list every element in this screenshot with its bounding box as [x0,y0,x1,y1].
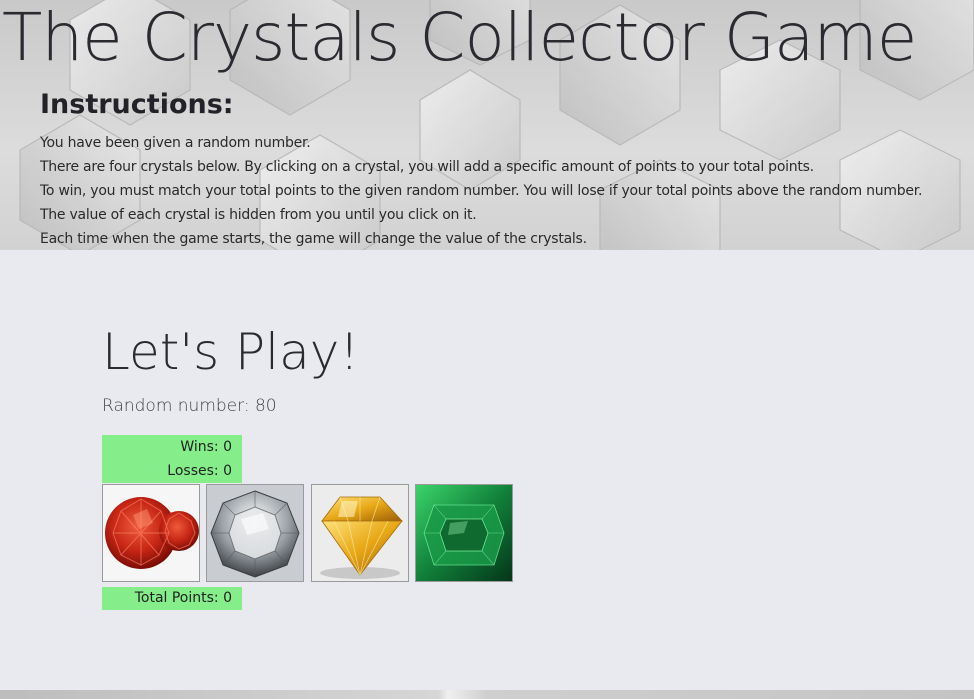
red-crystal-button[interactable] [102,484,200,582]
crystal-row [102,484,522,584]
instruction-item: There are four crystals below. By clicki… [40,159,814,175]
play-heading: Let's Play! [102,323,360,381]
green-crystal-icon [416,485,512,581]
instructions-heading: Instructions: [40,89,234,120]
total-points-counter: Total Points: 0 [134,590,232,606]
random-number-display: Random number: 80 [102,396,277,416]
instruction-item: Each time when the game starts, the game… [40,231,587,247]
yellow-crystal-icon [312,485,408,581]
instruction-item: You have been given a random number. [40,135,311,151]
scoreboard: Wins: 0 Losses: 0 [102,435,242,483]
header-banner: The Crystals Collector Game Instructions… [0,0,974,250]
green-crystal-button[interactable] [415,484,513,582]
red-crystal-icon [103,485,199,581]
losses-counter: Losses: 0 [167,463,232,479]
footer-background-strip [0,690,974,699]
page-title: The Crystals Collector Game [2,0,917,76]
instruction-item: The value of each crystal is hidden from… [40,207,477,223]
instructions-list: You have been given a random number. The… [40,131,922,250]
clear-crystal-icon [207,485,303,581]
instruction-item: To win, you must match your total points… [40,183,923,199]
yellow-crystal-button[interactable] [311,484,409,582]
total-points-box: Total Points: 0 [102,587,242,610]
wins-counter: Wins: 0 [180,439,232,455]
clear-crystal-button[interactable] [206,484,304,582]
